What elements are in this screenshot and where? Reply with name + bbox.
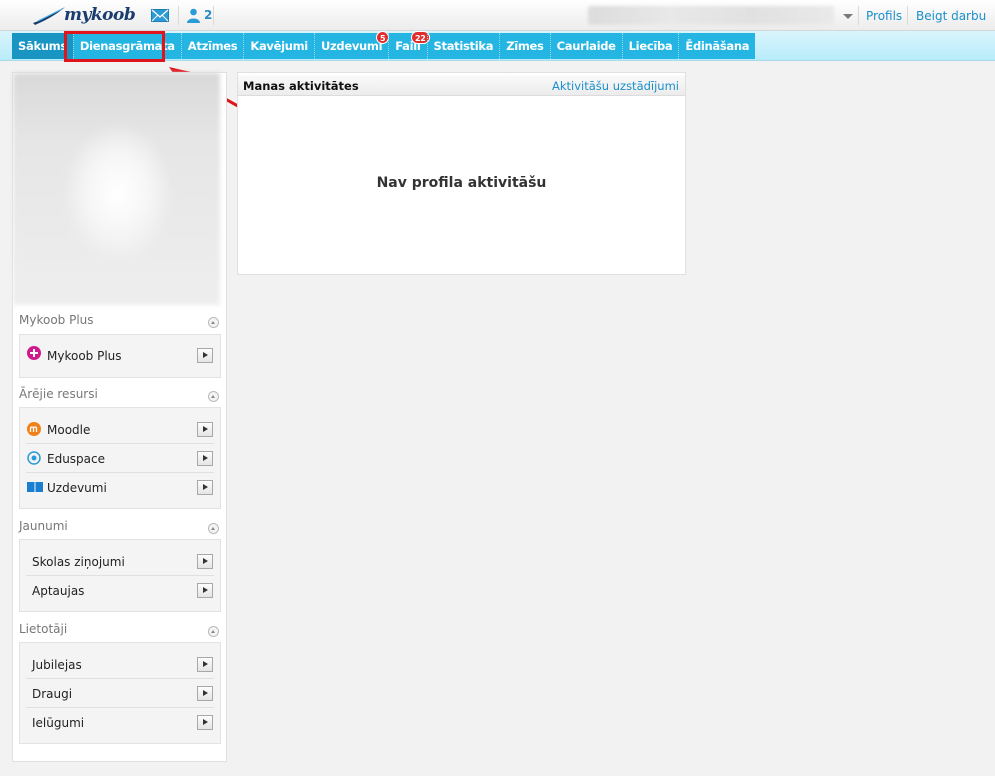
nav-item-dienasgramata[interactable]: Dienasgrāmata [72,33,181,59]
chevron-down-icon[interactable] [843,14,853,19]
collapse-icon[interactable] [208,391,219,402]
sidebar-item-eduspace[interactable]: Eduspace [26,444,214,473]
nav-label: Ēdināšana [685,39,750,53]
sidebar-item-label: Aptaujas [32,584,85,598]
sidebar-item-mykoob-plus[interactable]: Mykoob Plus [26,335,214,377]
panel-title: Manas aktivitātes [243,79,359,93]
play-arrow-icon[interactable] [197,686,213,701]
header-divider [907,6,908,25]
mykoob-plus-box: Mykoob Plus [19,334,221,378]
activities-panel: Manas aktivitātes Aktivitāšu uzstādījumi… [237,72,686,275]
sidebar-item-label: Jubilejas [32,658,82,672]
nav-label: Atzīmes [187,39,238,53]
play-arrow-icon[interactable] [197,348,213,363]
eduspace-icon [27,451,41,465]
header-divider [858,6,859,25]
nav-item-edinasana[interactable]: Ēdināšana [678,33,755,59]
plus-circle-icon [27,346,41,360]
friends-count[interactable]: 2 [204,8,212,22]
notification-badge: 5 [375,31,390,44]
left-sidebar: Mykoob Plus Mykoob Plus Ārējie resursi M… [12,72,227,762]
nav-item-uzdevumi[interactable]: Uzdevumi 5 [313,31,390,59]
logout-link[interactable]: Beigt darbu [916,9,986,23]
play-arrow-icon[interactable] [197,422,213,437]
play-arrow-icon[interactable] [197,583,213,598]
play-arrow-icon[interactable] [197,554,213,569]
profile-photo-blurred[interactable] [13,73,220,305]
profile-link[interactable]: Profils [866,9,902,23]
nav-item-faili[interactable]: Faili 22 [388,31,430,59]
sidebar-item-label: Mykoob Plus [47,349,122,363]
external-resources-box: Moodle Eduspace Uzdevumi [19,407,221,509]
play-arrow-icon[interactable] [197,715,213,730]
section-title-mykoob-plus: Mykoob Plus [19,313,94,327]
section-title-users: Lietotāji [19,622,68,636]
nav-label: Liecība [628,39,673,53]
nav-label: Caurlaide [556,39,616,53]
nav-item-kavejumi[interactable]: Kavējumi [243,33,314,59]
sidebar-item-label: Draugi [32,687,73,701]
top-header: mykoob 2 Profils Beigt darbu [0,0,995,31]
nav-label: Statistika [433,39,494,53]
nav-label: Kavējumi [250,39,308,53]
nav-item-atzimes[interactable]: Atzīmes [180,33,244,59]
logo-text: mykoob [64,5,136,25]
nav-item-caurlaide[interactable]: Caurlaide [549,33,622,59]
panel-header: Manas aktivitātes Aktivitāšu uzstādījumi [238,75,685,96]
nav-strip: Sākums Dienasgrāmata Atzīmes Kavējumi Uz… [12,31,756,59]
news-box: Skolas ziņojumi Aptaujas [19,539,221,612]
sidebar-item-label: Ielūgumi [32,716,85,730]
nav-item-statistika[interactable]: Statistika [426,33,500,59]
activity-settings-link[interactable]: Aktivitāšu uzstādījumi [552,79,679,93]
sidebar-item-label: Eduspace [47,452,106,466]
nav-label: Zīmes [506,39,544,53]
book-icon [27,482,43,492]
play-arrow-icon[interactable] [197,480,213,495]
sidebar-item-birthdays[interactable]: Jubilejas [26,650,214,679]
empty-state-message: Nav profila aktivitāšu [376,175,547,191]
header-divider [213,6,214,25]
users-box: Jubilejas Draugi Ielūgumi [19,642,221,744]
play-arrow-icon[interactable] [197,451,213,466]
mail-icon[interactable] [151,9,169,22]
nav-item-zimes[interactable]: Zīmes [499,33,549,59]
user-name-blurred[interactable] [588,6,834,25]
friends-icon[interactable] [186,8,201,23]
sidebar-item-uzdevumi[interactable]: Uzdevumi [26,473,214,502]
sidebar-item-school-messages[interactable]: Skolas ziņojumi [26,547,214,576]
section-title-external-resources: Ārējie resursi [19,387,98,401]
sidebar-item-moodle[interactable]: Moodle [26,415,214,444]
nav-item-sakums[interactable]: Sākums [12,33,73,59]
nav-label: Sākums [18,39,67,53]
main-nav: Sākums Dienasgrāmata Atzīmes Kavējumi Uz… [0,31,995,61]
play-arrow-icon[interactable] [197,657,213,672]
sidebar-item-label: Uzdevumi [47,481,107,495]
header-divider [178,6,179,25]
collapse-icon[interactable] [208,626,219,637]
collapse-icon[interactable] [208,317,219,328]
sidebar-item-invitations[interactable]: Ielūgumi [26,708,214,737]
moodle-icon [27,422,41,436]
sidebar-item-label: Skolas ziņojumi [32,555,125,569]
sidebar-item-friends[interactable]: Draugi [26,679,214,708]
logo-swoosh-icon [33,7,65,25]
sidebar-item-surveys[interactable]: Aptaujas [26,576,214,605]
nav-label: Dienasgrāmata [79,39,175,53]
nav-item-liecība[interactable]: Liecība [621,33,679,59]
section-title-news: Jaunumi [19,519,68,533]
sidebar-item-label: Moodle [47,423,91,437]
nav-label: Uzdevumi [320,39,383,53]
collapse-icon[interactable] [208,523,219,534]
